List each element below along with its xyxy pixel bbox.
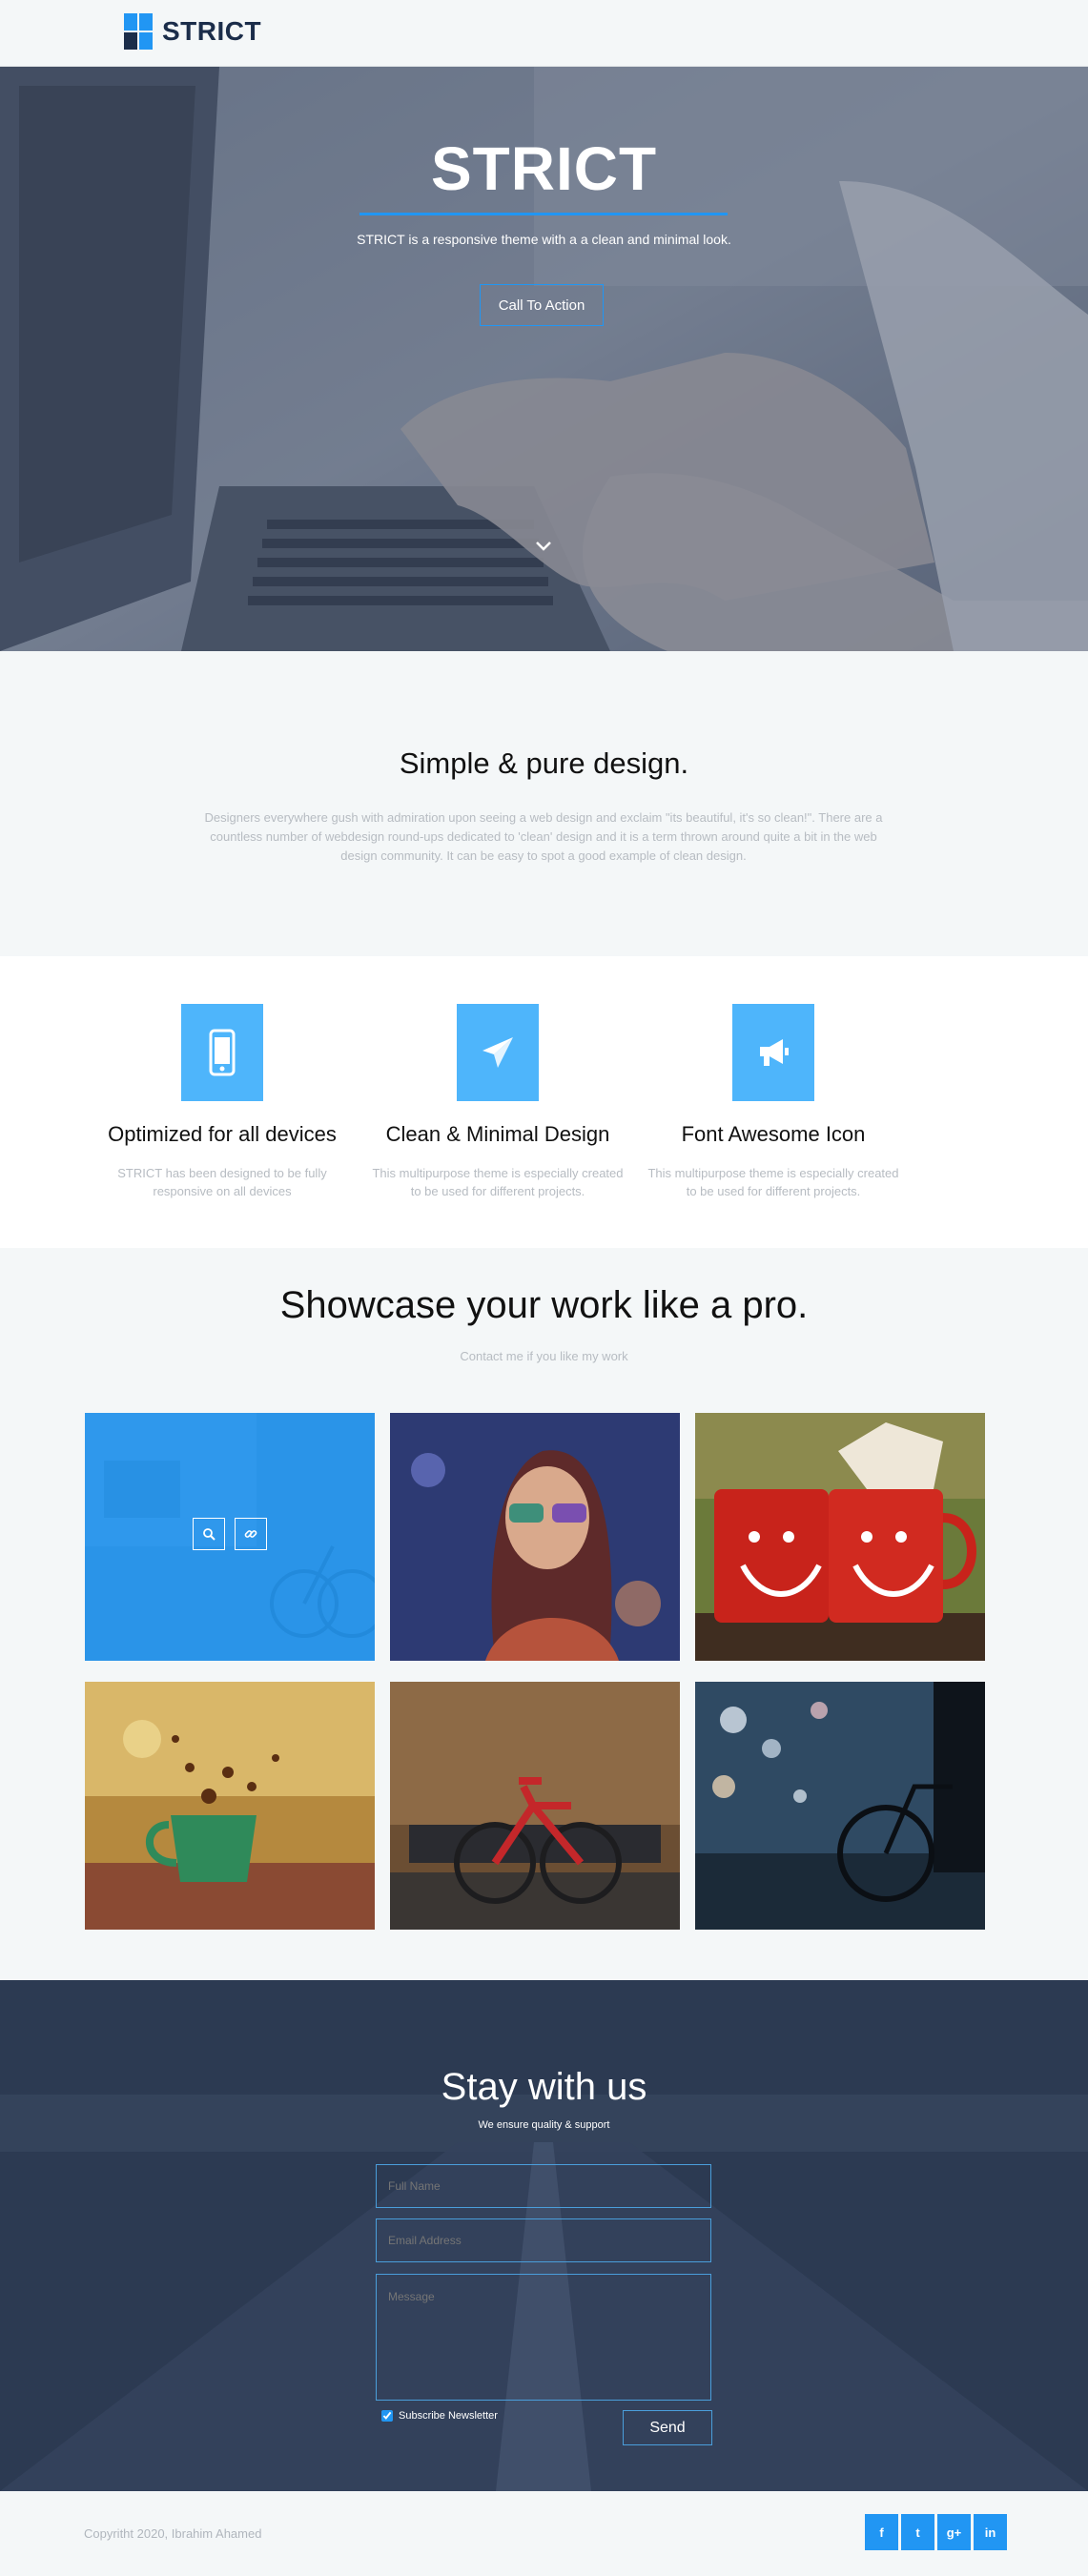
bullhorn-icon [732, 1004, 814, 1101]
showcase-section: Showcase your work like a pro. Contact m… [0, 1248, 1088, 1980]
facebook-icon[interactable]: f [865, 2514, 898, 2550]
logo-mark-icon [124, 13, 153, 50]
copyright-text: Copyritht 2020, Ibrahim Ahamed [84, 2526, 262, 2541]
google-plus-icon[interactable]: g+ [937, 2514, 971, 2550]
feature-text: This multipurpose theme is especially cr… [647, 1166, 899, 1198]
feature-text: STRICT has been designed to be fully res… [117, 1166, 327, 1198]
subscribe-newsletter-option[interactable]: Subscribe Newsletter [381, 2410, 498, 2422]
hero-title: STRICT [430, 134, 658, 203]
site-footer: Copyritht 2020, Ibrahim Ahamed f t g+ in [0, 2491, 1088, 2576]
contact-section: Stay with us We ensure quality & support… [0, 1980, 1088, 2491]
intro-section: Simple & pure design. Designers everywhe… [0, 651, 1088, 956]
portfolio-item-bicycle-bokeh-night[interactable] [695, 1682, 985, 1930]
hero-section: STRICT STRICT is a responsive theme with… [0, 67, 1088, 651]
intro-body: Designers everywhere gush with admiratio… [204, 810, 883, 863]
hero-subtitle: STRICT is a responsive theme with a a cl… [357, 232, 731, 247]
contact-heading: Stay with us [441, 2066, 647, 2108]
showcase-subheading: Contact me if you like my work [460, 1349, 628, 1363]
paper-plane-icon [457, 1004, 539, 1101]
twitter-icon[interactable]: t [901, 2514, 934, 2550]
contact-subheading: We ensure quality & support [478, 2119, 610, 2131]
feature-text: This multipurpose theme is especially cr… [372, 1166, 624, 1198]
feature-title: Clean & Minimal Design [385, 1122, 610, 1146]
send-button[interactable]: Send [623, 2410, 712, 2445]
mobile-icon [181, 1004, 263, 1101]
showcase-heading: Showcase your work like a pro. [279, 1284, 809, 1326]
subscribe-checkbox[interactable] [381, 2410, 393, 2422]
features-section: Optimized for all devices STRICT has bee… [0, 956, 1088, 1248]
brand-name: STRICT [162, 16, 262, 46]
feature-icons: Font Awesome Icon This multipurpose them… [635, 1004, 912, 1200]
linkedin-icon[interactable]: in [974, 2514, 1007, 2550]
chevron-down-icon[interactable] [532, 534, 555, 557]
feature-title: Font Awesome Icon [681, 1122, 866, 1146]
zoom-icon[interactable] [193, 1518, 225, 1550]
portfolio-item-coffee-splash-cup[interactable] [85, 1682, 375, 1930]
portfolio-item-woman-sunglasses[interactable] [390, 1413, 680, 1661]
full-name-field[interactable] [376, 2164, 711, 2208]
call-to-action-button[interactable]: Call To Action [480, 284, 604, 326]
feature-design: Clean & Minimal Design This multipurpose… [359, 1004, 636, 1200]
portfolio-item-red-bicycle-bench[interactable] [390, 1682, 680, 1930]
site-header: STRICT [0, 0, 1088, 67]
feature-devices: Optimized for all devices STRICT has bee… [84, 1004, 360, 1200]
link-icon[interactable] [235, 1518, 267, 1550]
logo[interactable]: STRICT [124, 13, 261, 50]
portfolio-item-red-smiley-mugs[interactable] [695, 1413, 985, 1661]
portfolio-item-bicycle-street[interactable] [85, 1413, 375, 1661]
email-field[interactable] [376, 2218, 711, 2262]
feature-title: Optimized for all devices [108, 1122, 337, 1146]
message-field[interactable] [376, 2274, 711, 2401]
social-links: f t g+ in [865, 2514, 1007, 2550]
hero-divider [359, 213, 728, 215]
subscribe-label: Subscribe Newsletter [399, 2410, 498, 2422]
intro-heading: Simple & pure design. [399, 746, 689, 780]
